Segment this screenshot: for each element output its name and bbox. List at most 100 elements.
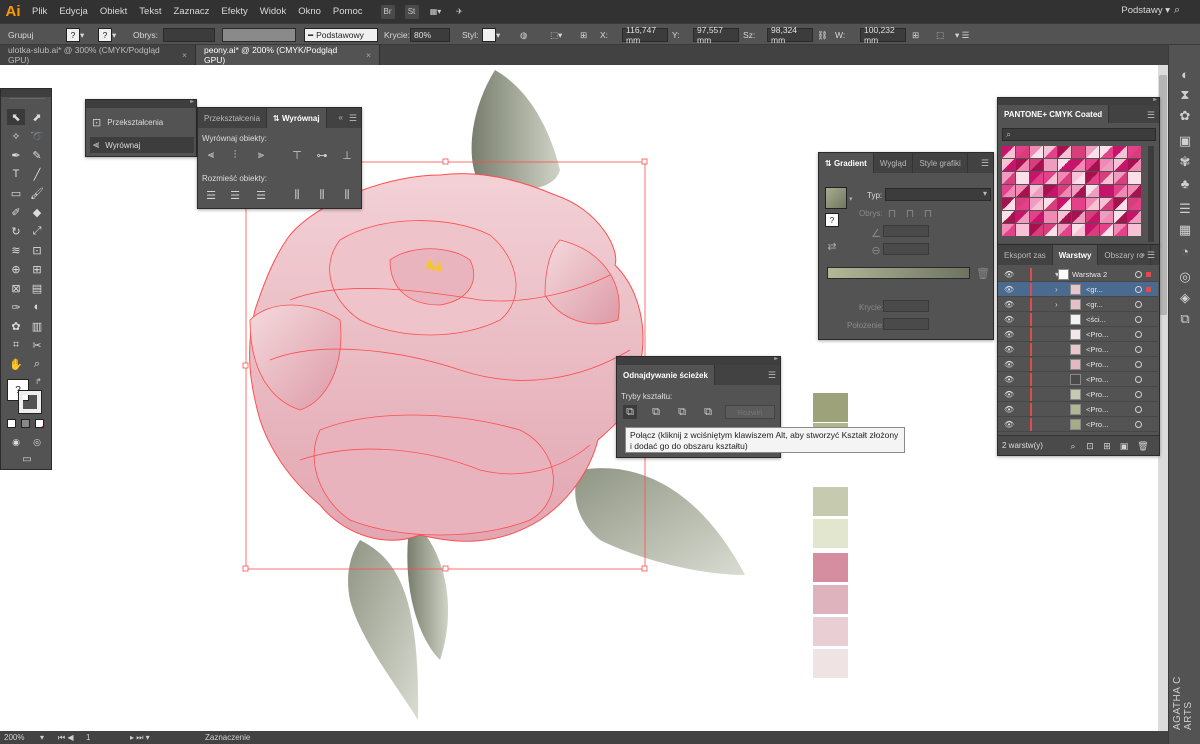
variable-width-profile[interactable] <box>222 27 296 43</box>
tab-align[interactable]: ⇅ Wyrównaj <box>267 108 327 128</box>
clipping-mask-icon[interactable]: ⊡ <box>1083 439 1097 453</box>
swap-icon[interactable]: ↱ <box>35 377 42 386</box>
visibility-eye-icon[interactable]: 👁 <box>1004 300 1014 309</box>
w-input[interactable]: 98,324 mm <box>767 25 813 45</box>
pantone-swatch[interactable] <box>1058 211 1071 223</box>
pantone-swatch[interactable] <box>1086 198 1099 210</box>
minus-front-icon[interactable]: ⧉ <box>649 405 663 419</box>
expand-button[interactable]: Rozwiń <box>725 405 775 419</box>
close-icon[interactable]: × <box>366 50 371 60</box>
tab-pantone[interactable]: PANTONE+ CMYK Coated <box>998 105 1110 123</box>
pantone-swatch[interactable] <box>1058 159 1071 171</box>
pen-tool-icon[interactable]: ✒ <box>7 147 25 163</box>
visibility-eye-icon[interactable]: 👁 <box>1004 270 1014 279</box>
distribute-top-icon[interactable]: ☰ <box>204 188 218 202</box>
sublayer-row[interactable]: 👁 › <gr... <box>998 282 1158 297</box>
align-item[interactable]: ⫷ Wyrównaj <box>90 137 194 153</box>
draw-behind-icon[interactable]: ◎ <box>28 434 46 450</box>
color-swatch[interactable] <box>813 553 848 582</box>
pantone-swatch[interactable] <box>1128 198 1141 210</box>
gradient-type-select[interactable]: ▾ <box>885 188 991 201</box>
target-icon[interactable] <box>1135 271 1142 278</box>
menu-window[interactable]: Okno <box>298 6 321 17</box>
pantone-swatch[interactable] <box>1030 185 1043 197</box>
pantone-swatch[interactable] <box>1100 211 1113 223</box>
angle-input[interactable] <box>883 225 929 237</box>
pantone-swatch[interactable] <box>1030 159 1043 171</box>
color-guide-icon[interactable]: ✿ <box>1177 108 1193 124</box>
panel-grip[interactable] <box>86 98 196 108</box>
color-mode-icon[interactable] <box>7 419 16 428</box>
pantone-swatch[interactable] <box>1114 159 1127 171</box>
free-transform-icon[interactable]: ⊡ <box>28 242 46 258</box>
target-icon[interactable] <box>1135 301 1142 308</box>
pantone-swatch[interactable] <box>1086 172 1099 184</box>
distribute-left-icon[interactable]: ⫼ <box>290 188 304 202</box>
color-swatch[interactable] <box>813 487 848 516</box>
pantone-swatch[interactable] <box>1016 185 1029 197</box>
h-input[interactable]: 100,232 mm <box>860 25 906 45</box>
pantone-swatch[interactable] <box>1016 146 1029 158</box>
menu-object[interactable]: Obiekt <box>100 6 127 17</box>
brush-definition[interactable]: ━ Podstawowy <box>304 27 378 43</box>
visibility-eye-icon[interactable]: 👁 <box>1004 330 1014 339</box>
tab-pathfinder[interactable]: Odnajdywanie ścieżek <box>617 365 715 385</box>
pantone-swatch[interactable] <box>1058 146 1071 158</box>
sublayer-row[interactable]: 👁 › <gr... <box>998 297 1158 312</box>
pantone-swatch[interactable] <box>1114 172 1127 184</box>
transform-icon[interactable]: ⊞ <box>912 27 919 43</box>
warp-tool-icon[interactable]: ≋ <box>7 242 25 258</box>
panel-menu-icon[interactable]: ☰ <box>981 158 989 169</box>
page-number[interactable]: 1 <box>86 733 90 742</box>
reverse-gradient-icon[interactable]: ⇄ <box>825 239 839 253</box>
pantone-swatch[interactable] <box>1072 172 1085 184</box>
pantone-swatch[interactable] <box>1030 146 1043 158</box>
pantone-swatch[interactable] <box>1072 185 1085 197</box>
tab-ulotka[interactable]: ulotka-slub.ai* @ 300% (CMYK/Podgląd GPU… <box>0 45 196 65</box>
align-right-icon[interactable]: ⫸ <box>254 148 268 162</box>
opacity-input[interactable]: 80% <box>410 27 450 43</box>
more-tabs-icon[interactable]: » <box>1141 250 1145 259</box>
pantone-swatch[interactable] <box>1128 211 1141 223</box>
gradient-tool-icon[interactable]: ▤ <box>28 280 46 296</box>
sublayer-row[interactable]: 👁 <Pro... <box>998 402 1158 417</box>
pantone-swatch[interactable] <box>1100 172 1113 184</box>
transparency-icon[interactable]: ◔ <box>1177 243 1193 259</box>
x-input[interactable]: 116,747 mm <box>622 25 668 45</box>
tools-grip[interactable] <box>1 89 51 97</box>
slice-tool-icon[interactable]: ✂ <box>28 337 46 353</box>
draw-mode-icon[interactable]: ◉ <box>7 434 25 450</box>
type-tool-icon[interactable]: T <box>7 166 25 182</box>
isolate-icon[interactable]: ⬚ <box>936 27 944 43</box>
reference-point-icon[interactable]: ⊞ <box>580 27 587 43</box>
menu-edit[interactable]: Edycja <box>59 6 88 17</box>
pantone-swatch[interactable] <box>1016 211 1029 223</box>
pantone-swatch[interactable] <box>1016 172 1029 184</box>
tab-appearance[interactable]: Wygląd <box>874 153 914 173</box>
pantone-swatch[interactable] <box>1044 198 1057 210</box>
menu-type[interactable]: Tekst <box>139 6 161 17</box>
align-top-icon[interactable]: ⊤ <box>290 148 304 162</box>
pantone-swatch[interactable] <box>1128 224 1141 236</box>
tab-graphic-styles[interactable]: Style grafiki <box>913 153 968 173</box>
sublayer-row[interactable]: 👁 <Pro... <box>998 417 1158 432</box>
target-icon[interactable] <box>1135 331 1142 338</box>
pantone-swatch[interactable] <box>1086 146 1099 158</box>
menu-help[interactable]: Pomoc <box>333 6 363 17</box>
pantone-swatch[interactable] <box>1086 159 1099 171</box>
visibility-eye-icon[interactable]: 👁 <box>1004 345 1014 354</box>
pantone-swatch[interactable] <box>1100 224 1113 236</box>
expand-arrow-icon[interactable]: › <box>1055 285 1058 294</box>
collapse-icon[interactable]: « <box>339 113 343 122</box>
gradient-dock-icon[interactable]: ▦ <box>1177 222 1193 238</box>
swatch-search-input[interactable]: ⌕ <box>1002 128 1156 141</box>
first-page-icon[interactable]: ⏮ ◀ <box>58 733 74 743</box>
artboards-dock-icon[interactable]: ⧉ <box>1177 311 1193 327</box>
properties-icon[interactable]: ⧗ <box>1177 87 1193 103</box>
brushes-icon[interactable]: ✾ <box>1177 154 1193 170</box>
selection-indicator[interactable] <box>1146 272 1151 277</box>
distribute-bottom-icon[interactable]: ☰ <box>254 188 268 202</box>
color-swatch[interactable] <box>813 617 848 646</box>
shape-builder-icon[interactable]: ⊕ <box>7 261 25 277</box>
pantone-swatch[interactable] <box>1086 211 1099 223</box>
